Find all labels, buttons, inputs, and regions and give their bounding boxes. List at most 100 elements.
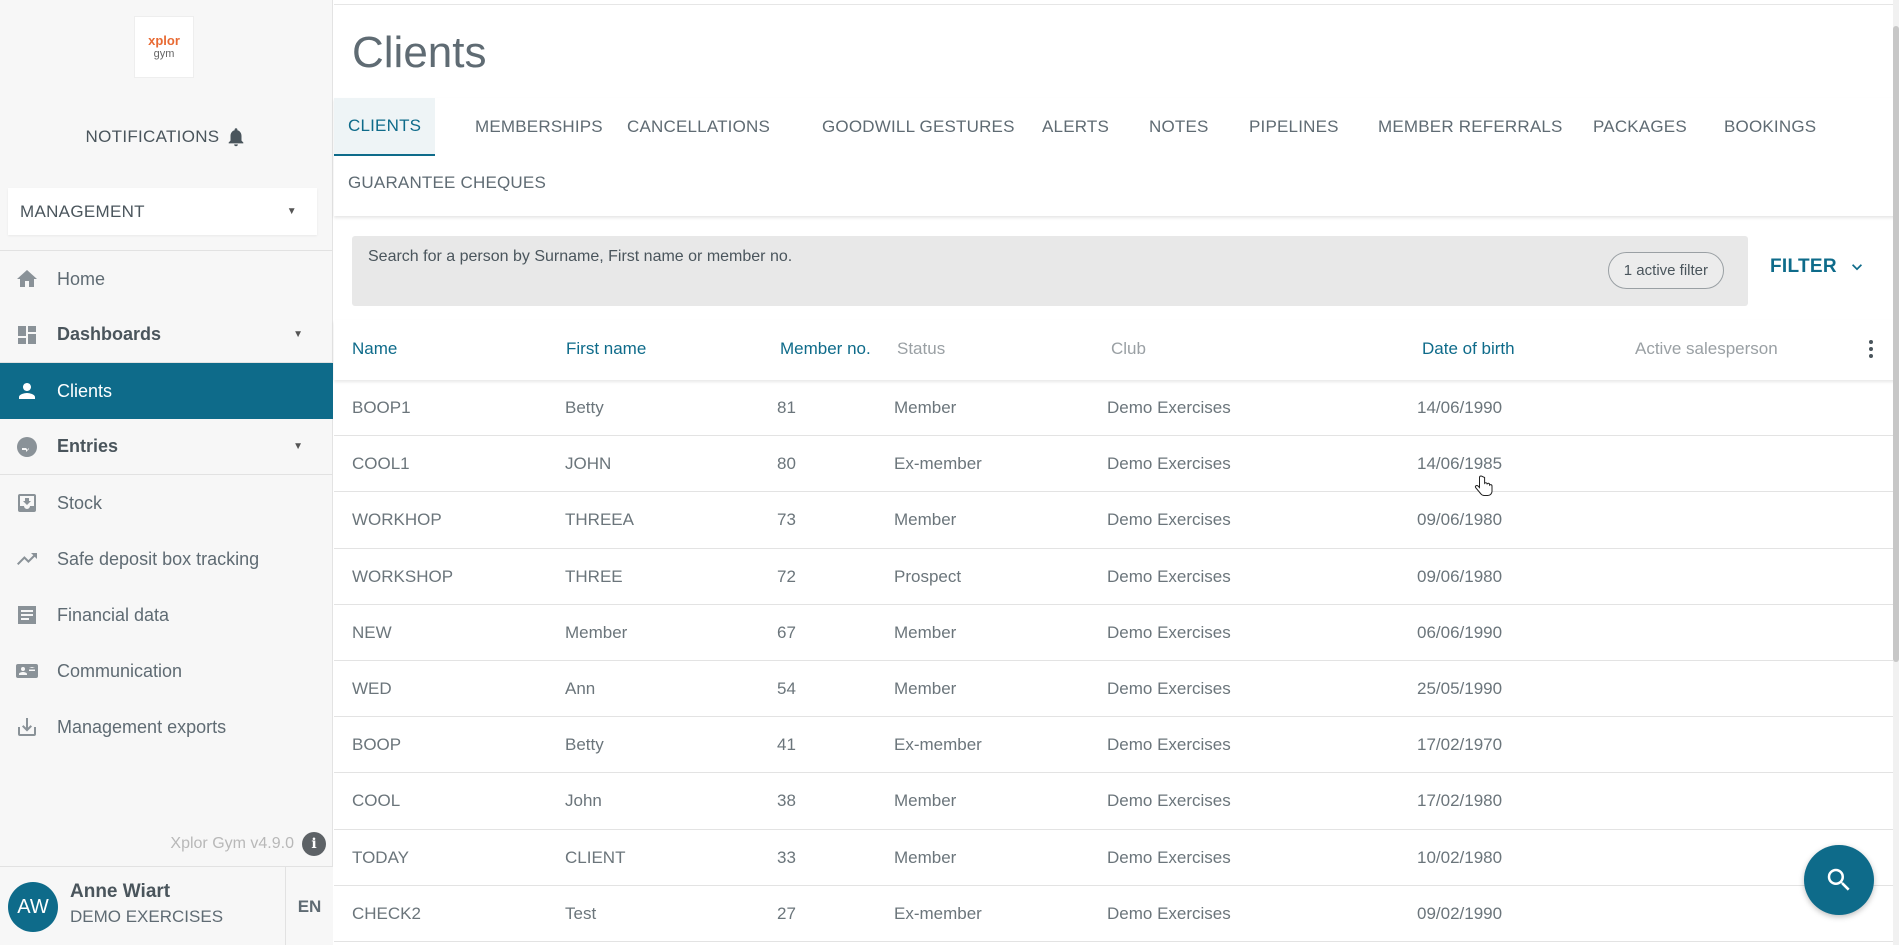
cell-member-no: 73	[777, 510, 796, 530]
sidebar-item-safe-deposit[interactable]: Safe deposit box tracking	[0, 531, 333, 587]
search-fab-button[interactable]	[1804, 845, 1874, 915]
notifications-button[interactable]: NOTIFICATIONS	[0, 126, 333, 148]
cell-club: Demo Exercises	[1107, 566, 1231, 586]
pointer-cursor-icon	[1474, 475, 1493, 496]
cell-date-of-birth: 09/02/1990	[1417, 903, 1503, 923]
table-row[interactable]: WORKHOP THREEA 73 Member Demo Exercises 09/06…	[334, 492, 1899, 549]
cell-club: Demo Exercises	[1107, 847, 1231, 867]
sidebar-item-label: Management exports	[57, 716, 227, 737]
table-row[interactable]: NEW Member 67 Member Demo Exercises 06/06/199…	[334, 605, 1899, 661]
tab-guarantee-cheques[interactable]: GUARANTEE CHEQUES	[334, 154, 560, 212]
cell-first-name: John	[565, 791, 602, 811]
table-row[interactable]: COOL1 JOHN 80 Ex-member Demo Exercises 14/06/…	[334, 436, 1899, 493]
cell-first-name: Betty	[565, 735, 604, 755]
entries-icon	[14, 434, 40, 460]
tab-alerts[interactable]: ALERTS	[1028, 98, 1123, 156]
cell-name: TODAY	[352, 847, 409, 867]
filter-button[interactable]: FILTER	[1770, 256, 1867, 278]
cell-date-of-birth: 14/06/1990	[1417, 398, 1503, 417]
cell-status: Member	[894, 398, 957, 417]
cell-status: Member	[894, 847, 957, 867]
search-icon	[1827, 868, 1850, 891]
cell-member-no: 33	[777, 847, 796, 867]
sidebar-item-clients[interactable]: Clients	[0, 363, 333, 419]
cell-member-no: 67	[777, 622, 796, 642]
table-row[interactable]: BOOP Betty 41 Ex-member Demo Exercises 17/02/…	[334, 717, 1899, 774]
search-input[interactable]: Search for a person by Surname, First na…	[352, 236, 1748, 306]
tab-packages[interactable]: PACKAGES	[1579, 98, 1701, 156]
contact-mail-icon	[14, 658, 40, 684]
sidebar-item-entries[interactable]: Entries ▼	[0, 419, 333, 475]
context-select[interactable]: MANAGEMENT ▼	[8, 188, 317, 235]
user-name: Anne Wiart	[70, 881, 171, 902]
cell-club: Demo Exercises	[1107, 791, 1231, 811]
cell-status: Member	[894, 678, 957, 698]
sidebar-item-label: Safe deposit box tracking	[57, 548, 260, 569]
language-switch[interactable]: EN	[285, 867, 333, 945]
cell-date-of-birth: 06/06/1990	[1417, 622, 1503, 642]
table-body: BOOP1 Betty 81 Member Demo Exercises 14/06/19…	[334, 380, 1899, 942]
table-row[interactable]: TODAY CLIENT 33 Member Demo Exercises 10/02/1…	[334, 830, 1899, 886]
tab-notes[interactable]: NOTES	[1135, 98, 1223, 156]
cell-member-no: 54	[777, 678, 796, 698]
cell-name: WED	[352, 678, 392, 698]
tab-cancellations[interactable]: CANCELLATIONS	[613, 98, 784, 156]
sidebar-item-stock[interactable]: Stock	[0, 475, 333, 531]
sidebar: xplor gym NOTIFICATIONS MANAGEMENT ▼ Hom…	[0, 0, 333, 945]
context-select-value: MANAGEMENT	[20, 201, 145, 221]
sidebar-item-management-exports[interactable]: Management exports	[0, 699, 333, 755]
person-icon	[14, 378, 40, 404]
tab-goodwill-gestures[interactable]: GOODWILL GESTURES	[808, 98, 1029, 156]
column-club: Club	[1111, 339, 1146, 358]
cell-status: Ex-member	[894, 735, 982, 755]
column-member-no[interactable]: Member no.	[780, 339, 871, 359]
sidebar-item-dashboards[interactable]: Dashboards ▼	[0, 307, 333, 363]
cell-first-name: JOHN	[565, 454, 612, 474]
sidebar-item-communication[interactable]: Communication	[0, 643, 333, 699]
column-name[interactable]: Name	[352, 339, 397, 359]
tab-member-referrals[interactable]: MEMBER REFERRALS	[1364, 98, 1577, 156]
column-date-of-birth[interactable]: Date of birth	[1422, 339, 1515, 359]
more-options-icon[interactable]	[1869, 340, 1875, 358]
cell-date-of-birth: 10/02/1980	[1417, 847, 1503, 867]
sidebar-item-financial-data[interactable]: Financial data	[0, 587, 333, 643]
scrollbar-thumb[interactable]	[1893, 26, 1899, 662]
cell-name: BOOP1	[352, 398, 411, 417]
sidebar-item-home[interactable]: Home	[0, 251, 333, 307]
chevron-down-icon	[1851, 264, 1862, 271]
cell-member-no: 41	[777, 735, 796, 755]
avatar[interactable]: AW	[8, 882, 58, 932]
tab-memberships[interactable]: MEMBERSHIPS	[461, 98, 617, 156]
tab-bookings[interactable]: BOOKINGS	[1710, 98, 1830, 156]
column-first-name[interactable]: First name	[566, 339, 646, 359]
xplor-gym-logo[interactable]: xplor gym	[134, 16, 194, 78]
table-row[interactable]: BOOP1 Betty 81 Member Demo Exercises 14/06/19…	[334, 380, 1899, 437]
search-placeholder: Search for a person by Surname, First na…	[368, 248, 793, 265]
table-row[interactable]: COOL John 38 Member Demo Exercises 17/02/1980	[334, 773, 1899, 830]
bell-icon	[229, 128, 244, 147]
cell-member-no: 72	[777, 566, 796, 586]
active-filter-chip[interactable]: 1 active filter	[1607, 252, 1724, 289]
cell-name: NEW	[352, 622, 392, 642]
caret-down-icon: ▼	[293, 441, 303, 452]
cell-member-no: 81	[777, 398, 796, 417]
tab-clients[interactable]: CLIENTS	[334, 98, 436, 156]
cell-name: BOOP	[352, 735, 402, 755]
download-icon	[14, 714, 40, 740]
cell-first-name: Member	[565, 622, 628, 642]
cell-date-of-birth: 14/06/1985	[1417, 454, 1503, 474]
version-text: Xplor Gym v4.9.0	[170, 835, 294, 852]
table-row[interactable]: WED Ann 54 Member Demo Exercises 25/05/1990	[334, 661, 1899, 718]
table-header: Name First name Member no. Status Club D…	[334, 320, 1899, 380]
scrollbar[interactable]	[1893, 0, 1899, 945]
logo-text: xplor	[148, 33, 180, 48]
cell-member-no: 27	[777, 903, 796, 923]
home-icon	[14, 266, 40, 292]
table-row[interactable]: CHECK2 Test 27 Ex-member Demo Exercises 09/02…	[334, 886, 1899, 942]
tab-pipelines[interactable]: PIPELINES	[1235, 98, 1353, 156]
info-icon[interactable]: i	[302, 832, 326, 856]
user-panel[interactable]: AW Anne Wiart DEMO EXERCISES EN	[0, 866, 333, 945]
table-row[interactable]: WORKSHOP THREE 72 Prospect Demo Exercises 09/…	[334, 549, 1899, 605]
sidebar-item-label: Financial data	[57, 604, 170, 625]
sidebar-item-label: Clients	[57, 380, 113, 401]
